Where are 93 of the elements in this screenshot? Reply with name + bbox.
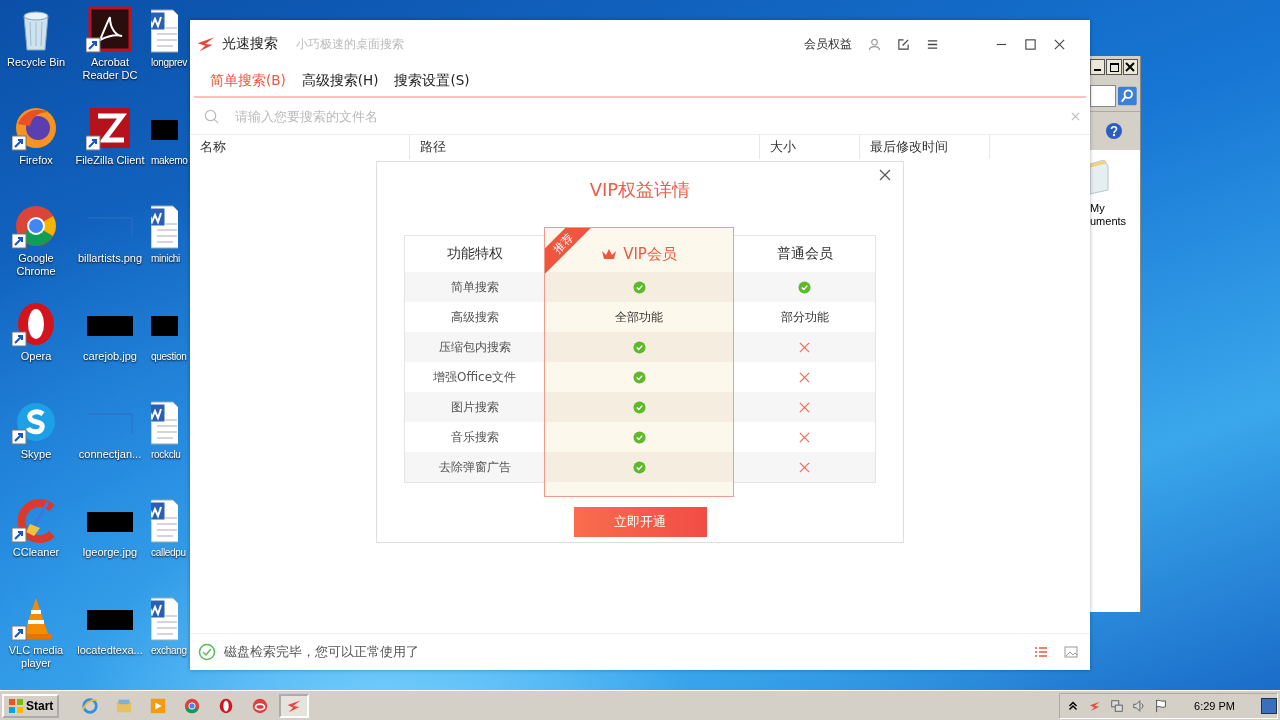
cross-icon — [798, 460, 811, 474]
document-icon[interactable] — [151, 6, 178, 54]
cross-icon — [798, 430, 811, 444]
start-button[interactable]: Start — [2, 693, 60, 718]
search-icon[interactable] — [1118, 86, 1137, 106]
desktop-icon-label[interactable]: makemo — [151, 154, 188, 167]
desktop-icon-label[interactable]: connectjan... — [78, 448, 142, 461]
dialog-title: VIP权益详情 — [589, 178, 691, 202]
column-header[interactable]: 名称 — [190, 135, 410, 159]
document-icon[interactable] — [151, 398, 178, 446]
menu-tab[interactable]: 简单搜索(B) — [210, 72, 286, 90]
menu-icon[interactable] — [926, 37, 939, 51]
value-text: 部分功能 — [780, 308, 829, 326]
menu-tab[interactable]: 搜索设置(S) — [394, 72, 470, 90]
desktop-icon-label[interactable]: question — [151, 350, 187, 363]
close-icon[interactable] — [1053, 37, 1066, 51]
member-benefits-link[interactable]: 会员权益 — [804, 35, 852, 53]
desktop-icon-label[interactable]: longprev — [151, 56, 187, 69]
edit-icon[interactable] — [897, 37, 910, 51]
app-title: 光速搜索 — [222, 35, 278, 53]
check-icon — [632, 280, 646, 294]
document-icon[interactable] — [151, 496, 178, 544]
check-icon — [632, 370, 646, 384]
close-icon[interactable] — [879, 169, 891, 181]
list-icon — [1034, 646, 1048, 658]
desktop-icon-label[interactable]: billartists.png — [77, 252, 143, 265]
maximize-icon[interactable] — [1106, 59, 1122, 75]
check-icon — [632, 460, 646, 474]
browser-icon — [183, 696, 202, 715]
show-desktop-button[interactable] — [1261, 697, 1277, 714]
address-field[interactable] — [1090, 85, 1117, 107]
cross-icon — [798, 370, 811, 384]
column-header: 功能特权 — [445, 244, 504, 263]
desktop-icon-label[interactable]: lgeorge.jpg — [82, 546, 138, 559]
desktop-icon-label[interactable]: Opera — [20, 350, 52, 363]
feature-cell-text: 高级搜索 — [449, 308, 500, 326]
check-icon — [632, 430, 646, 444]
desktop-icon-label[interactable]: VLC media player — [0, 644, 73, 670]
help-icon[interactable] — [1105, 122, 1123, 140]
check-icon — [798, 280, 811, 294]
status-message: 磁盘检索完毕，您可以正常使用了 — [224, 643, 419, 661]
logo-icon — [196, 35, 216, 53]
desktop-icon-label[interactable]: carejob.jpg — [83, 350, 137, 363]
desktop-icon-label[interactable]: calledpu — [151, 546, 186, 559]
activate-button[interactable]: 立即开通 — [573, 507, 707, 537]
app-icon — [251, 696, 270, 715]
folder-label[interactable]: My — [1090, 202, 1105, 215]
feature-cell: 简单搜索 — [405, 272, 544, 302]
user-icon[interactable] — [868, 37, 881, 51]
desktop-icon-label[interactable]: Firefox — [19, 154, 53, 167]
cross-icon — [798, 340, 811, 354]
desktop-icon-label[interactable]: Recycle Bin — [6, 56, 66, 69]
feature-cell: 图片搜索 — [405, 392, 544, 422]
network-icon[interactable] — [1110, 698, 1125, 713]
app-shortcut-icon[interactable] — [86, 6, 134, 54]
play-icon — [149, 696, 168, 715]
feature-cell: 压缩包内搜索 — [405, 332, 544, 362]
desktop-icon-label[interactable]: Skype — [20, 448, 52, 461]
column-header[interactable]: 路径 — [410, 135, 760, 159]
taskbar-app-button[interactable] — [279, 693, 310, 718]
check-icon — [632, 400, 646, 414]
flag-icon[interactable] — [1154, 698, 1169, 713]
column-header: 普通会员 — [775, 244, 834, 263]
desktop-icon-label[interactable]: Acrobat Reader DC — [73, 56, 147, 82]
folder-label[interactable]: uments — [1090, 215, 1127, 228]
desktop-icon-label[interactable]: Google Chrome — [0, 252, 73, 278]
four-squares-logo-icon — [8, 697, 24, 714]
column-header[interactable]: 最后修改时间 — [860, 135, 990, 159]
app-slogan: 小巧极速的桌面搜索 — [296, 35, 404, 53]
crown-icon — [601, 248, 618, 260]
cross-icon — [798, 400, 811, 414]
check-circle-icon — [198, 643, 216, 661]
search-icon — [204, 108, 219, 124]
feature-cell-text: 增强Office文件 — [432, 368, 517, 386]
clock: 6:29 PM — [1193, 699, 1236, 712]
value-text: 全部功能 — [615, 308, 663, 326]
document-icon[interactable] — [151, 594, 178, 642]
desktop-icon-label[interactable]: CCleaner — [12, 546, 60, 559]
desktop-icon-label[interactable]: rockclu — [151, 448, 181, 461]
menu-tab[interactable]: 高级搜索(H) — [301, 72, 379, 90]
column-header: VIP会员 — [623, 244, 677, 264]
browser-icon — [81, 696, 100, 715]
desktop-icon-label[interactable]: minichi — [151, 252, 181, 265]
desktop-icon-label[interactable]: FileZilla Client — [75, 154, 145, 167]
feature-cell: 去除弹窗广告 — [405, 452, 544, 482]
search-field[interactable]: 请输入您要搜索的文件名 — [233, 107, 1057, 125]
document-icon[interactable] — [151, 202, 178, 250]
feature-cell-text: 音乐搜索 — [449, 428, 500, 446]
image-icon — [1064, 646, 1078, 658]
close-icon[interactable] — [1122, 59, 1138, 75]
minimize-icon[interactable] — [1090, 59, 1106, 75]
column-header[interactable]: 大小 — [760, 135, 860, 159]
check-icon — [632, 340, 646, 354]
